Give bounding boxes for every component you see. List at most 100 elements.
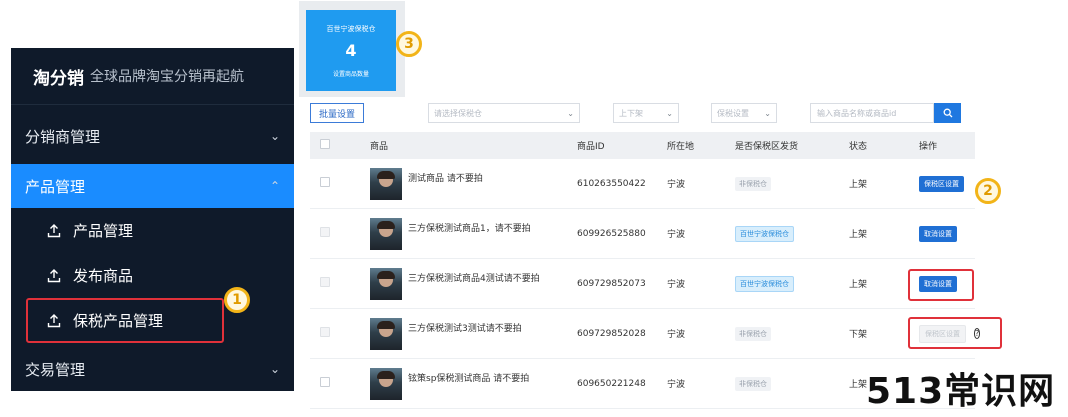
bonded-cell: 非保税仓	[735, 176, 849, 191]
row-checkbox[interactable]	[320, 227, 330, 237]
highlight-box	[908, 269, 974, 301]
sidebar-item-label: 发布商品	[73, 267, 134, 285]
bonded-select[interactable]: 保税设置 ⌄	[711, 103, 777, 123]
row-checkbox-cell	[310, 227, 341, 240]
product-name[interactable]: 三方保税测试3测试请不要拍	[408, 321, 522, 334]
header-bonded: 是否保税区发货	[735, 142, 799, 152]
product-location: 宁波	[667, 380, 686, 390]
warehouse-card[interactable]: 百世宁波保税仓 4 设置商品数量	[306, 10, 396, 91]
bonded-settings-button[interactable]: 保税区设置	[919, 175, 964, 192]
upload-icon	[47, 223, 61, 238]
menu-group-product[interactable]: 产品管理 ⌃	[11, 164, 294, 208]
header-goods: 商品	[370, 142, 389, 152]
brand-slogan: 全球品牌淘宝分销再起航	[90, 69, 244, 85]
upload-icon	[47, 313, 61, 328]
bonded-tag: 百世宁波保税仓	[735, 225, 794, 242]
bonded-tag: 非保税仓	[735, 376, 771, 391]
product-thumbnail	[370, 267, 402, 300]
row-checkbox[interactable]	[320, 327, 330, 337]
warehouse-select[interactable]: 请选择保税仓 ⌄	[428, 103, 580, 123]
sidebar-item-label: 产品管理	[73, 222, 134, 240]
menu-group-label: 产品管理	[25, 177, 86, 196]
menu-group-label: 交易管理	[25, 360, 86, 379]
search-button[interactable]	[934, 103, 961, 123]
product-location: 宁波	[667, 280, 686, 290]
shelf-select[interactable]: 上下架 ⌄	[613, 103, 679, 123]
product-id: 609729852073	[577, 278, 646, 289]
select-placeholder: 保税设置	[717, 108, 749, 118]
bonded-cell: 非保税仓	[735, 376, 849, 391]
bonded-cell: 非保税仓	[735, 326, 849, 341]
row-checkbox-cell	[310, 327, 341, 340]
table-row: 测试商品 请不要拍 610263550422 宁波 非保税仓 上架 保税区设置	[310, 159, 975, 209]
table-row: 三方保税测试商品1，请不要拍 609926525880 宁波 百世宁波保税仓 上…	[310, 209, 975, 259]
watermark: 513常识网	[866, 371, 1056, 412]
select-placeholder: 上下架	[619, 108, 643, 118]
product-id: 609926525880	[577, 228, 646, 239]
search-icon	[943, 108, 952, 118]
card-label: 设置商品数量	[332, 71, 369, 78]
sidebar: 淘分销 全球品牌淘宝分销再起航 分销商管理 ⌄ 产品管理 ⌃ 产品管理 发布商品…	[11, 48, 294, 391]
product-status: 上架	[849, 180, 868, 190]
batch-settings-button[interactable]: 批量设置	[310, 103, 364, 123]
header-status: 状态	[849, 142, 868, 152]
search-input[interactable]: 输入商品名称或商品id	[810, 103, 934, 123]
row-checkbox[interactable]	[320, 177, 330, 187]
product-id: 609650221248	[577, 378, 646, 389]
header-id: 商品ID	[577, 142, 605, 152]
chevron-down-icon: ⌄	[567, 108, 574, 118]
annotation-badge-3: 3	[396, 31, 422, 57]
select-all-checkbox[interactable]	[320, 139, 330, 149]
select-placeholder: 请选择保税仓	[434, 108, 482, 118]
sidebar-item-publish[interactable]: 发布商品	[11, 253, 294, 298]
op-cell: 保税区设置	[919, 175, 975, 192]
sidebar-item-product-manage[interactable]: 产品管理	[11, 208, 294, 253]
goods-cell: 三方保税测试商品4测试请不要拍	[341, 267, 577, 300]
product-name[interactable]: 铉策sp保税测试商品 请不要拍	[408, 371, 529, 384]
card-panel: 百世宁波保税仓 4 设置商品数量	[299, 1, 405, 97]
product-thumbnail	[370, 317, 402, 350]
product-thumbnail	[370, 217, 402, 250]
chevron-down-icon: ⌄	[269, 129, 280, 143]
sidebar-item-label: 保税产品管理	[73, 312, 164, 330]
product-thumbnail	[370, 167, 402, 200]
table-row: 三方保税测试3测试请不要拍 609729852028 宁波 非保税仓 下架 保税…	[310, 309, 1002, 359]
bonded-tag: 非保税仓	[735, 176, 771, 191]
annotation-badge-2: 2	[975, 178, 1001, 204]
product-name[interactable]: 三方保税测试商品1，请不要拍	[408, 221, 531, 234]
row-checkbox-cell	[310, 177, 341, 190]
screenshot-root: 淘分销 全球品牌淘宝分销再起航 分销商管理 ⌄ 产品管理 ⌃ 产品管理 发布商品…	[0, 0, 1068, 417]
table-row: 三方保税测试商品4测试请不要拍 609729852073 宁波 百世宁波保税仓 …	[310, 259, 975, 309]
product-location: 宁波	[667, 230, 686, 240]
highlight-box	[908, 317, 1002, 349]
product-id: 609729852028	[577, 328, 646, 339]
brand-name: 淘分销	[33, 68, 84, 89]
goods-cell: 三方保税测试3测试请不要拍	[341, 317, 577, 350]
brand: 淘分销 全球品牌淘宝分销再起航	[11, 48, 294, 105]
op-cell: 取消设置	[919, 225, 975, 242]
chevron-down-icon: ⌄	[666, 108, 673, 118]
bonded-tag: 非保税仓	[735, 326, 771, 341]
card-title: 百世宁波保税仓	[326, 25, 376, 33]
header-operation: 操作	[919, 142, 938, 152]
bonded-cell: 百世宁波保税仓	[735, 225, 849, 242]
row-checkbox[interactable]	[320, 277, 330, 287]
table-header: 商品 商品ID 所在地 是否保税区发货 状态 操作	[310, 132, 975, 159]
chevron-up-icon: ⌃	[269, 179, 280, 193]
menu-group-distributor[interactable]: 分销商管理 ⌄	[11, 114, 294, 158]
row-checkbox[interactable]	[320, 377, 330, 387]
row-checkbox-cell	[310, 377, 341, 390]
product-name[interactable]: 三方保税测试商品4测试请不要拍	[408, 271, 540, 284]
product-location: 宁波	[667, 180, 686, 190]
bonded-tag: 百世宁波保税仓	[735, 275, 794, 292]
cancel-settings-button[interactable]: 取消设置	[919, 225, 957, 242]
product-name[interactable]: 测试商品 请不要拍	[408, 171, 483, 184]
header-location: 所在地	[667, 142, 695, 152]
bonded-cell: 百世宁波保税仓	[735, 275, 849, 292]
sidebar-item-bonded-product[interactable]: 保税产品管理	[26, 298, 224, 343]
product-thumbnail	[370, 367, 402, 400]
product-id: 610263550422	[577, 178, 646, 189]
menu-group-trade[interactable]: 交易管理 ⌄	[11, 347, 294, 391]
row-checkbox-cell	[310, 277, 341, 290]
annotation-badge-1: 1	[224, 287, 250, 313]
